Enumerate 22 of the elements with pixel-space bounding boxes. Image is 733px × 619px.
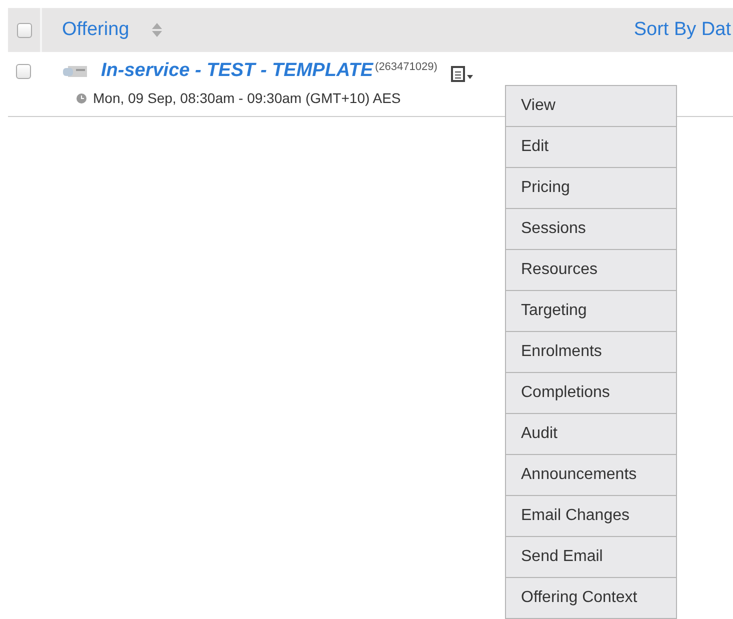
menu-item[interactable]: Announcements (506, 455, 676, 496)
select-all-checkbox[interactable] (16, 22, 32, 38)
menu-item[interactable]: Resources (506, 250, 676, 291)
menu-item[interactable]: Sessions (506, 209, 676, 250)
menu-item[interactable]: Completions (506, 373, 676, 414)
menu-item[interactable]: Offering Context (506, 578, 676, 619)
menu-item[interactable]: Audit (506, 414, 676, 455)
menu-item[interactable]: View (506, 86, 676, 127)
clock-icon (76, 92, 87, 104)
actions-menu-icon[interactable] (451, 65, 476, 83)
menu-item[interactable]: Targeting (506, 291, 676, 332)
offering-id: (263471029) (375, 61, 438, 73)
offering-link[interactable]: In-service - TEST - TEMPLATE (101, 60, 374, 82)
row-checkbox[interactable] (16, 64, 31, 78)
menu-item[interactable]: Email Changes (506, 496, 676, 537)
session-time: Mon, 09 Sep, 08:30am - 09:30am (GMT+10) AES (93, 90, 401, 106)
menu-item[interactable]: Enrolments (506, 332, 676, 373)
course-icon (62, 64, 88, 78)
menu-item[interactable]: Pricing (506, 168, 676, 209)
sort-icon[interactable] (151, 22, 164, 38)
menu-item[interactable]: Edit (506, 127, 676, 168)
menu-item[interactable]: Send Email (506, 537, 676, 578)
